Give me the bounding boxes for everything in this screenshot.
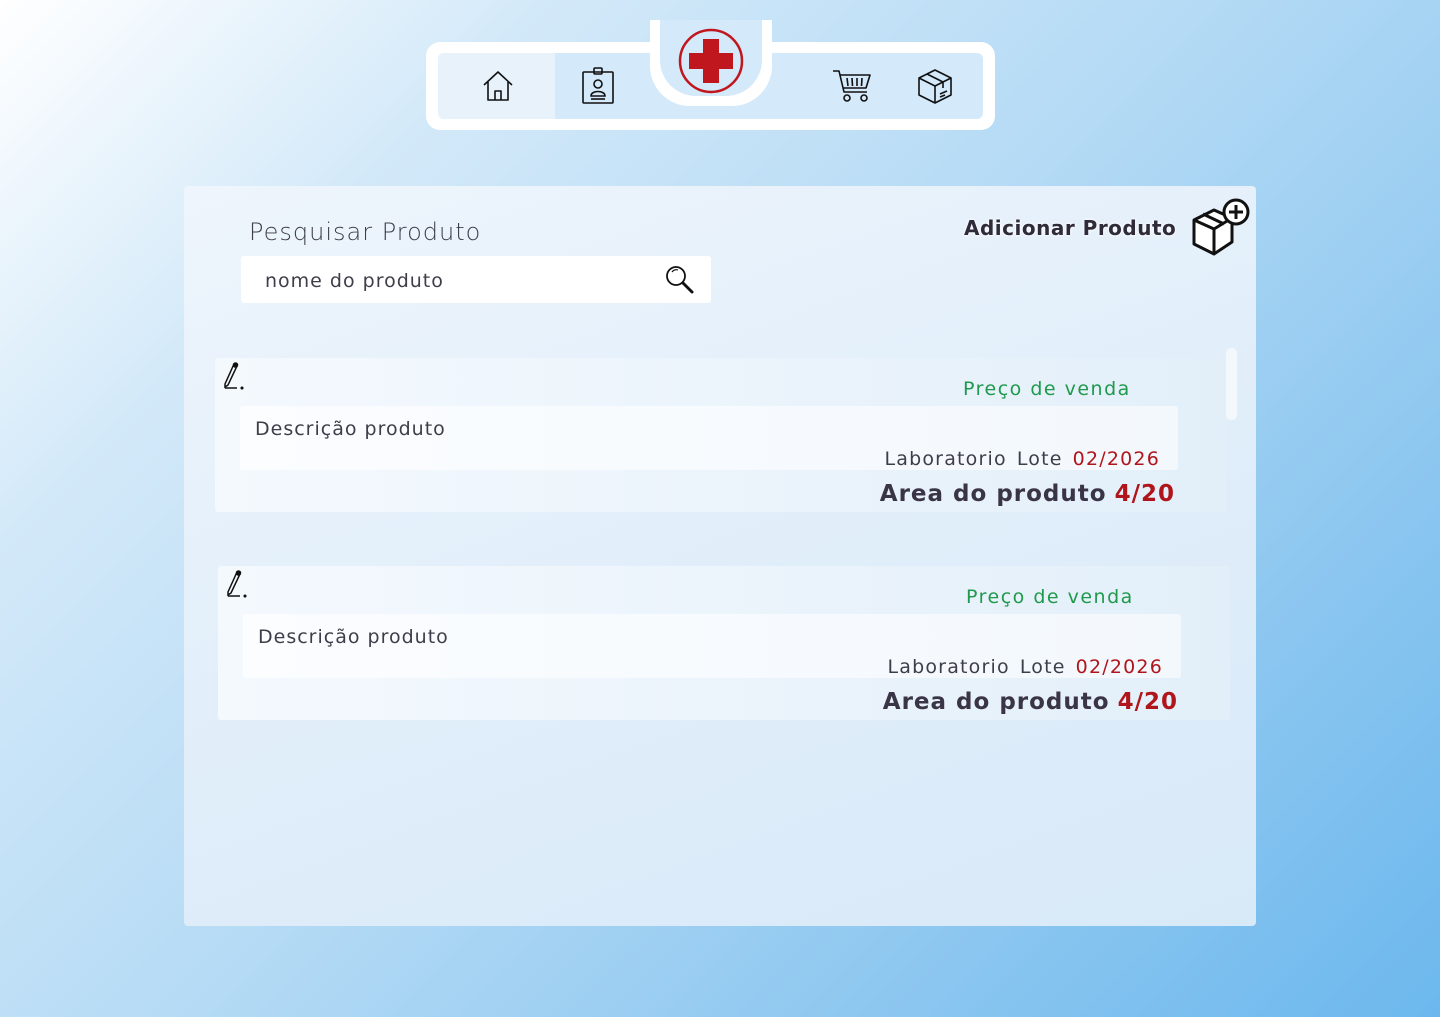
price-label: Preço de venda	[963, 378, 1131, 400]
nav-employees-button[interactable]	[568, 53, 628, 119]
package-icon	[918, 69, 952, 104]
description-box: Descrição produto Laboratorio Lote 02/2026	[240, 406, 1178, 470]
package-add-icon	[1192, 198, 1250, 256]
lot-label: Lote	[1019, 656, 1066, 678]
list-scrollbar[interactable]	[1226, 348, 1237, 420]
search-box	[241, 256, 711, 305]
shopping-cart-icon	[833, 70, 871, 102]
product-meta: Laboratorio Lote 02/2026	[884, 448, 1160, 470]
product-meta: Laboratorio Lote 02/2026	[887, 656, 1163, 678]
pharmacy-logo[interactable]	[678, 28, 744, 94]
red-cross-icon	[678, 28, 744, 94]
laboratory-label: Laboratorio	[887, 656, 1010, 678]
description-box: Descrição produto Laboratorio Lote 02/2026	[243, 614, 1181, 678]
price-label: Preço de venda	[966, 586, 1134, 608]
edit-pencil-icon[interactable]	[221, 362, 245, 390]
nav-home-button[interactable]	[468, 53, 528, 119]
lot-label: Lote	[1016, 448, 1063, 470]
home-icon	[483, 71, 513, 101]
nav-products-button[interactable]	[905, 53, 965, 119]
product-card[interactable]: Preço de venda Descrição produto Laborat…	[215, 358, 1227, 512]
lot-date: 02/2026	[1075, 656, 1163, 678]
search-title: Pesquisar Produto	[249, 218, 482, 246]
product-card[interactable]: Preço de venda Descrição produto Laborat…	[218, 566, 1230, 720]
nav-cart-button[interactable]	[822, 53, 882, 119]
add-product-label: Adicionar Produto	[964, 216, 1177, 240]
add-product-button[interactable]: Adicionar Produto	[964, 196, 1250, 260]
product-description: Descrição produto	[258, 626, 449, 648]
lot-date: 02/2026	[1072, 448, 1160, 470]
edit-pencil-icon[interactable]	[224, 570, 248, 598]
search-icon[interactable]	[664, 264, 696, 296]
search-input[interactable]	[263, 256, 647, 305]
product-description: Descrição produto	[255, 418, 446, 440]
id-badge-icon	[582, 67, 614, 104]
laboratory-label: Laboratorio	[884, 448, 1007, 470]
